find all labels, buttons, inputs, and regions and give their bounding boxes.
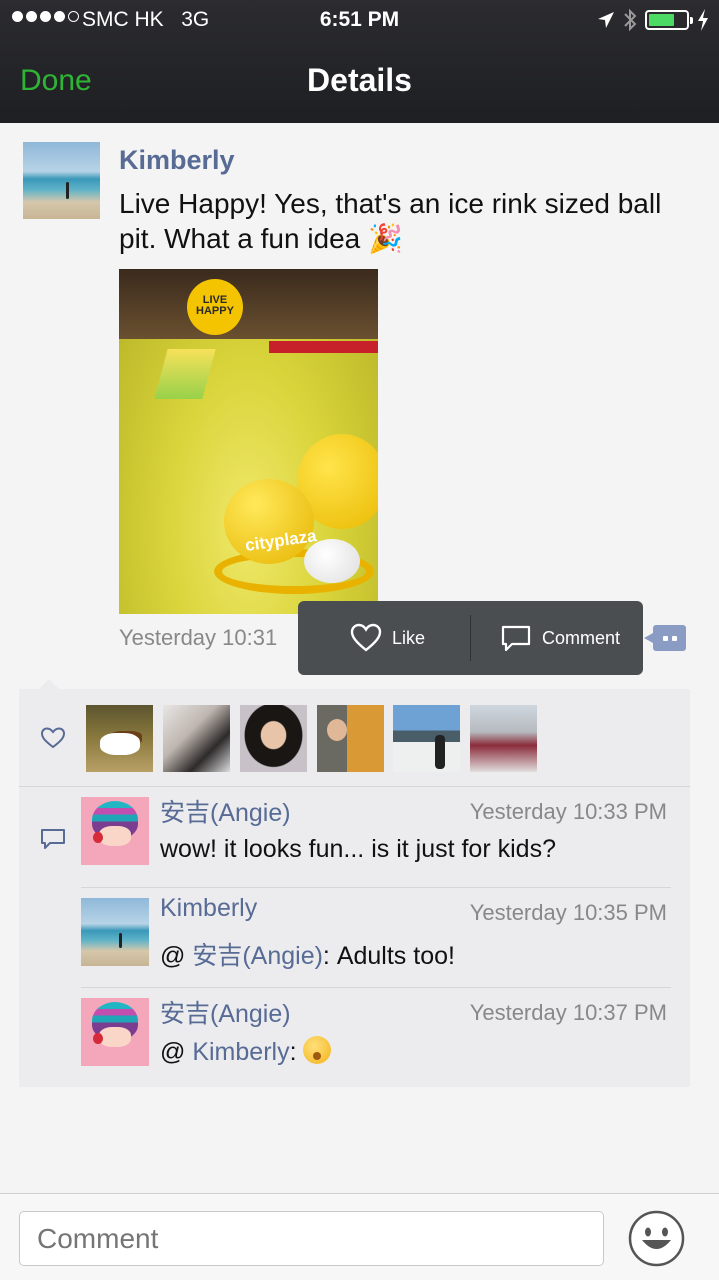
comment-item[interactable]: 安吉(Angie) Yesterday 10:37 PM @ Kimberly: [81, 987, 671, 1087]
charging-bolt-icon [698, 9, 708, 31]
liker-avatar[interactable] [317, 705, 384, 772]
action-menu: Like Comment [298, 601, 643, 675]
reply-prefix: @ [160, 942, 193, 970]
surprised-emoji-icon [303, 1036, 332, 1064]
commenter-name[interactable]: Kimberly [160, 894, 257, 923]
post-text: Live Happy! Yes, that's an ice rink size… [119, 188, 662, 254]
liker-avatar[interactable] [240, 705, 307, 772]
more-actions-button[interactable] [644, 625, 686, 651]
commenter-avatar[interactable] [81, 797, 149, 865]
comment-timestamp: Yesterday 10:33 PM [469, 799, 667, 824]
post-photo[interactable]: LIVE HAPPY cityplaza [119, 269, 378, 614]
reply-body: : [289, 1038, 304, 1066]
post-author-name[interactable]: Kimberly [119, 145, 235, 176]
interactions-panel: 安吉(Angie) Yesterday 10:33 PM wow! it loo… [19, 679, 690, 1087]
liker-avatar[interactable] [470, 705, 537, 772]
post-author-avatar[interactable] [23, 142, 100, 219]
bluetooth-icon [624, 8, 637, 32]
comment-timestamp: Yesterday 10:37 PM [469, 1000, 667, 1025]
status-icons [597, 6, 709, 34]
reply-mention[interactable]: Kimberly [192, 1038, 289, 1066]
status-bar: SMC HK 3G 6:51 PM [0, 0, 719, 42]
heart-icon [350, 623, 382, 652]
liker-avatar[interactable] [163, 705, 230, 772]
like-label: Like [392, 627, 426, 648]
comment-timestamp: Yesterday 10:35 PM [469, 900, 667, 925]
comment-button[interactable]: Comment [500, 601, 620, 675]
comment-text: @ 安吉(Angie): Adults too! [160, 936, 455, 972]
reply-prefix: @ [160, 1038, 193, 1066]
comment-item[interactable]: Kimberly Yesterday 10:35 PM @ 安吉(Angie):… [81, 887, 671, 987]
liker-avatar[interactable] [86, 705, 153, 772]
battery-icon [645, 10, 693, 30]
smiley-icon[interactable] [628, 1210, 685, 1267]
page-title: Details [307, 62, 412, 98]
location-arrow-icon [598, 12, 614, 28]
top-bar: SMC HK 3G 6:51 PM Done Details [0, 0, 719, 123]
commenter-name[interactable]: 安吉(Angie) [160, 793, 291, 829]
comment-label: Comment [542, 627, 621, 648]
commenter-avatar[interactable] [81, 898, 149, 966]
comment-text: wow! it looks fun... is it just for kids… [160, 835, 556, 863]
like-button[interactable]: Like [350, 601, 425, 675]
navigation-bar: Done Details [0, 42, 719, 123]
reply-body: : Adults too! [322, 942, 455, 970]
post-timestamp: Yesterday 10:31 [119, 625, 278, 650]
comment-bar [0, 1193, 719, 1280]
heart-icon [40, 727, 66, 749]
comment-bubble-icon [501, 625, 531, 652]
commenter-avatar[interactable] [81, 998, 149, 1066]
comment-bubble-icon [41, 829, 65, 849]
reply-mention[interactable]: 安吉(Angie) [192, 942, 323, 970]
action-divider [470, 615, 471, 661]
likes-row [19, 689, 690, 787]
liker-avatar[interactable] [393, 705, 460, 772]
photo-sign: LIVE HAPPY [187, 279, 243, 335]
comment-item[interactable]: 安吉(Angie) Yesterday 10:33 PM wow! it loo… [81, 787, 671, 887]
commenter-name[interactable]: 安吉(Angie) [160, 994, 291, 1030]
comment-text: @ Kimberly: [160, 1036, 332, 1067]
comment-input[interactable] [19, 1211, 604, 1266]
